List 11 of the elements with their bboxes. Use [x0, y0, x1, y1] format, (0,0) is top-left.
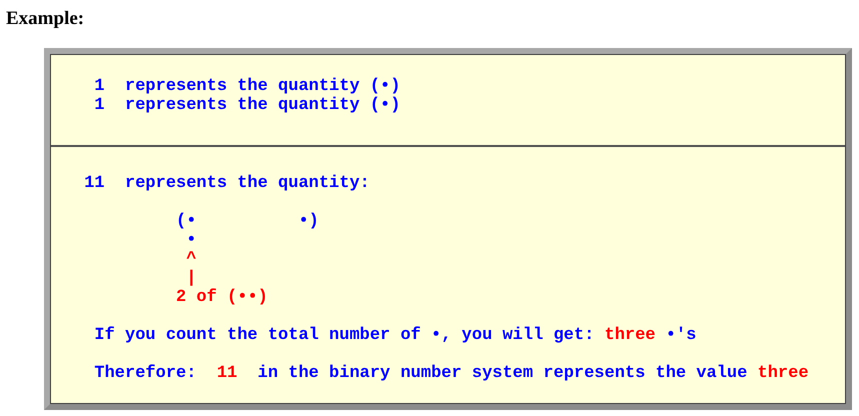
- code-line: 1 represents the quantity (•): [94, 77, 400, 96]
- code-line: 1 represents the quantity (•): [94, 96, 400, 115]
- code-line: Therefore: 11 in the binary number system represents the value three: [94, 364, 809, 383]
- code-line: 11 represents the quantity:: [84, 174, 370, 193]
- code-line: If you count the total number of •, you will get: three •'s: [94, 326, 696, 345]
- code-line: 2 of (••): [176, 288, 268, 307]
- code-line: •: [186, 231, 196, 250]
- heading: Example:: [6, 8, 86, 30]
- code-line: (• •): [176, 212, 319, 231]
- code-line: |: [186, 269, 196, 288]
- code-line: ^: [186, 250, 196, 269]
